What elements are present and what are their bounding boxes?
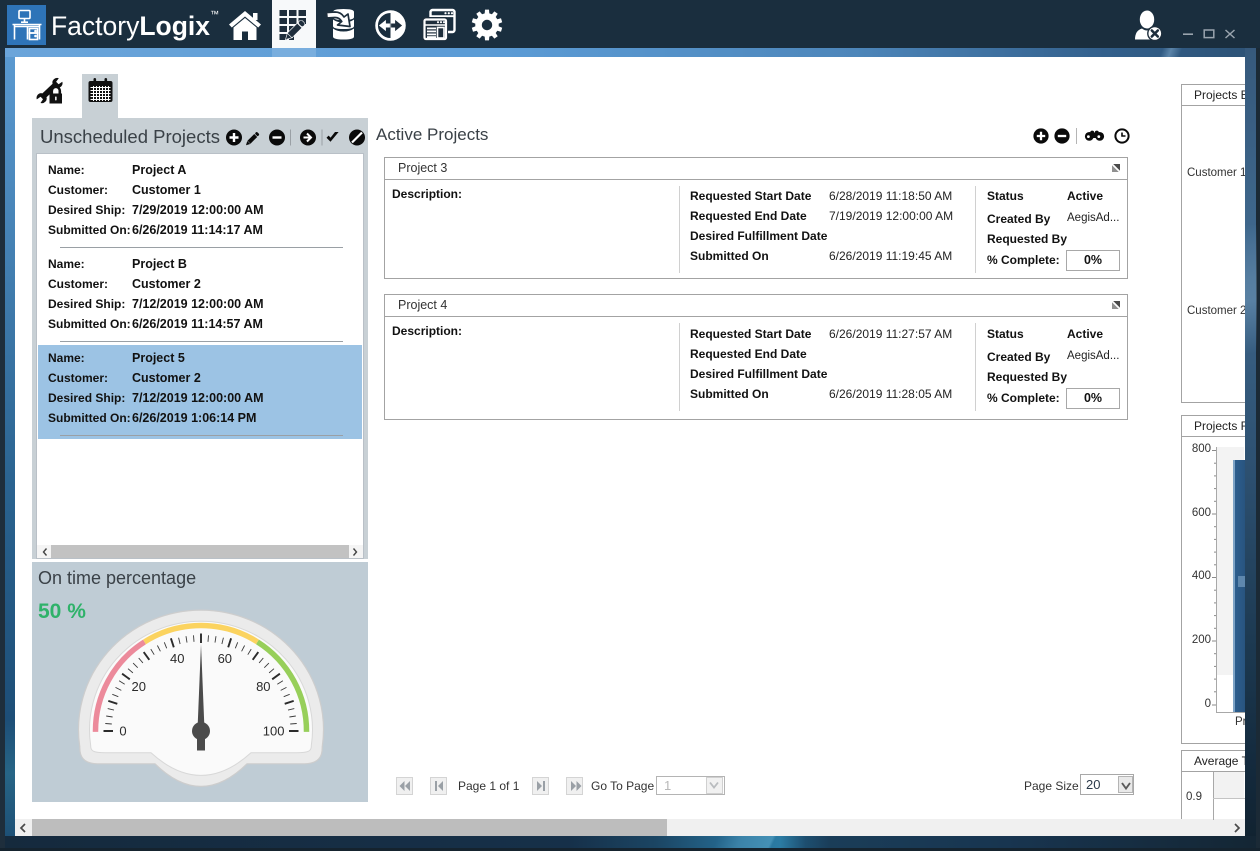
svg-text:0: 0 [119, 723, 126, 738]
svg-text:20: 20 [131, 679, 145, 694]
svg-text:60: 60 [218, 651, 232, 666]
svg-text:80: 80 [256, 679, 270, 694]
svg-text:40: 40 [170, 651, 184, 666]
svg-text:100: 100 [263, 723, 285, 738]
